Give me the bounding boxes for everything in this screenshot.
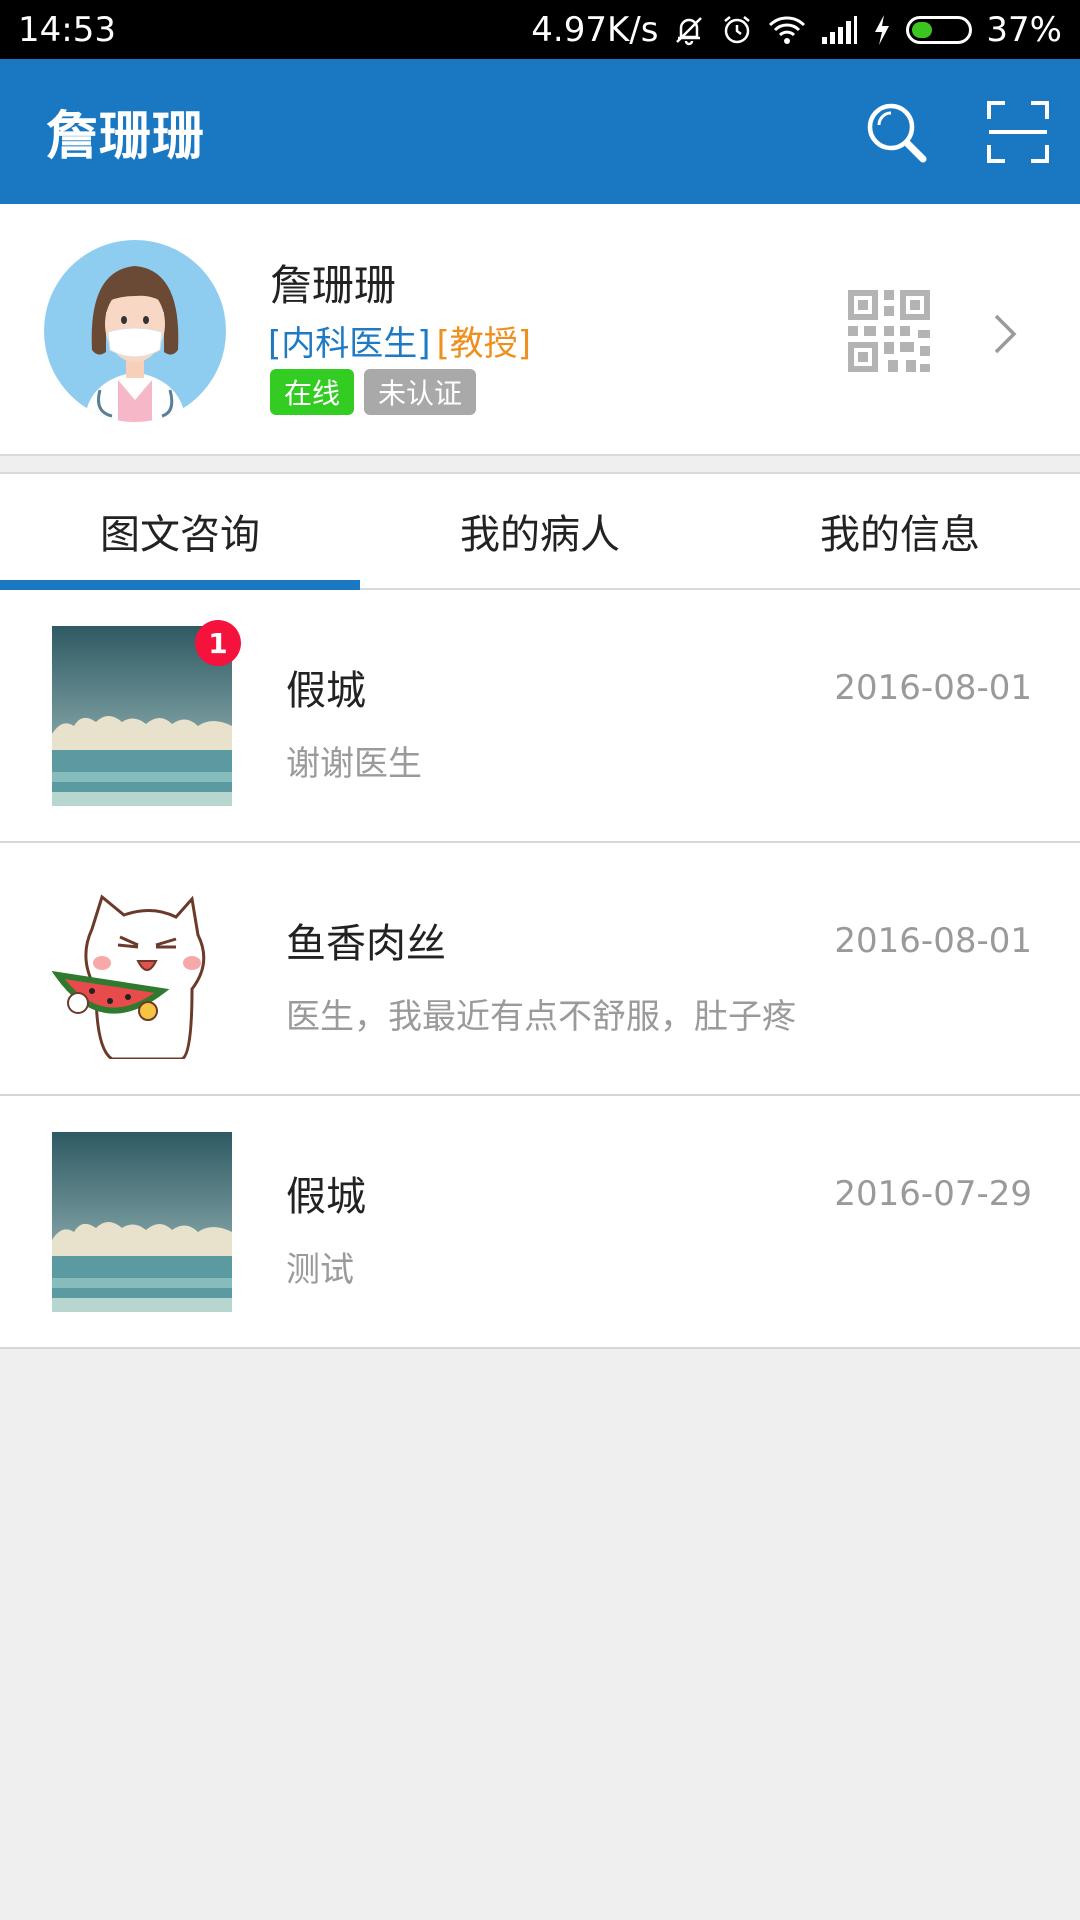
conversation-message: 医生，我最近有点不舒服，肚子疼 <box>286 997 796 1037</box>
online-badge: 在线 <box>270 369 355 415</box>
status-right: 4.97K/s 37% <box>531 10 1062 50</box>
chevron-right-icon[interactable] <box>990 312 1020 356</box>
doctor-tags: [内科医生] [教授] <box>268 316 531 365</box>
doctor-name: 詹珊珊 <box>270 261 397 310</box>
search-button[interactable] <box>862 98 930 166</box>
qr-code-icon <box>848 290 930 372</box>
status-badges: 在线 未认证 <box>270 369 477 415</box>
scan-icon <box>987 100 1049 163</box>
search-icon <box>867 103 927 162</box>
conversation-message: 测试 <box>286 1250 354 1290</box>
status-time: 14:53 <box>18 9 116 50</box>
charging-icon <box>872 14 892 46</box>
alarm-icon <box>720 13 754 47</box>
status-bar: 14:53 4.97K/s 37% <box>0 0 1080 59</box>
conversation-list: 1 假城 2016-08-01 谢谢医生 鱼香肉丝 2016-08-01 医生，… <box>0 590 1080 1349</box>
cat-sticker-avatar <box>52 879 232 1059</box>
sea-photo-avatar <box>52 1132 232 1312</box>
battery-icon <box>906 15 973 44</box>
tab-consultation[interactable]: 图文咨询 <box>0 474 360 590</box>
wifi-icon <box>768 15 806 45</box>
app-actions <box>862 98 1052 166</box>
doctor-avatar <box>44 240 226 422</box>
list-item[interactable]: 假城 2016-07-29 测试 <box>0 1096 1080 1349</box>
list-item[interactable]: 鱼香肉丝 2016-08-01 医生，我最近有点不舒服，肚子疼 <box>0 843 1080 1096</box>
conversation-name: 鱼香肉丝 <box>286 921 446 967</box>
signal-icon <box>820 15 858 45</box>
tab-my-info[interactable]: 我的信息 <box>720 474 1080 588</box>
net-speed: 4.97K/s <box>531 9 659 50</box>
mute-icon <box>672 13 706 47</box>
conversation-date: 2016-07-29 <box>834 1174 1032 1214</box>
tab-my-patients[interactable]: 我的病人 <box>360 474 720 588</box>
scan-button[interactable] <box>984 98 1052 166</box>
qr-code-button[interactable] <box>848 290 930 372</box>
conversation-date: 2016-08-01 <box>834 921 1032 961</box>
doctor-title: [教授] <box>436 324 532 364</box>
doctor-department: [内科医生] <box>268 324 431 364</box>
unread-badge: 1 <box>195 620 241 666</box>
list-item[interactable]: 1 假城 2016-08-01 谢谢医生 <box>0 590 1080 843</box>
tab-bar: 图文咨询 我的病人 我的信息 <box>0 472 1080 590</box>
conversation-date: 2016-08-01 <box>834 668 1032 708</box>
conversation-message: 谢谢医生 <box>286 744 422 784</box>
unverified-badge: 未认证 <box>364 369 477 415</box>
battery-level-fill <box>912 21 933 38</box>
app-bar: 詹珊珊 <box>0 59 1080 204</box>
profile-card[interactable]: 詹珊珊 [内科医生] [教授] 在线 未认证 <box>0 204 1080 456</box>
app-title: 詹珊珊 <box>46 107 206 167</box>
battery-percent: 37% <box>986 9 1062 50</box>
conversation-name: 假城 <box>286 668 366 714</box>
conversation-name: 假城 <box>286 1174 366 1220</box>
